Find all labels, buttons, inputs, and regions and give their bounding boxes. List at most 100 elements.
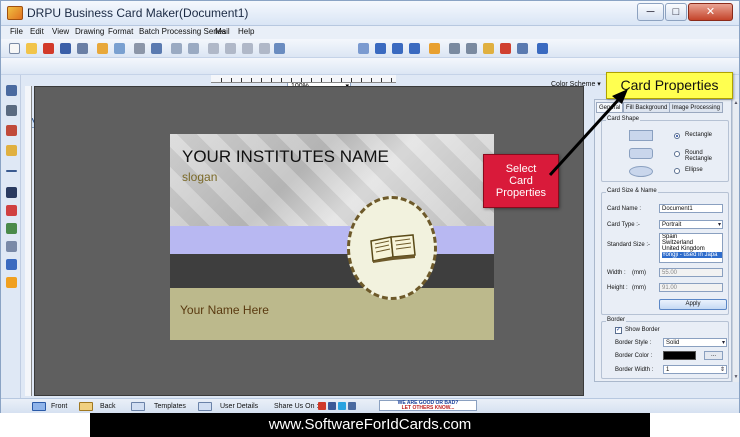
fill-tool-icon[interactable] [6,205,17,216]
feedback-line2: LET OTHERS KNOW... [401,405,455,411]
menu-format[interactable]: Format [108,27,133,36]
back-view-icon[interactable] [79,402,93,411]
menu-edit[interactable]: Edit [30,27,44,36]
height-field[interactable]: 91.00 [659,283,723,292]
facebook-icon[interactable] [328,402,336,410]
menu-help[interactable]: Help [238,27,254,36]
star-clip-tool-icon[interactable] [6,277,17,288]
rectangle-radio[interactable] [674,133,680,139]
print-icon[interactable] [134,43,145,54]
status-bar: Front Back Templates User Details Share … [1,398,739,413]
fit-page-icon[interactable] [375,43,386,54]
barcode-tool-icon[interactable] [6,187,17,198]
tab-fill-background[interactable]: Fill Background [623,102,671,113]
unlock-icon[interactable] [500,43,511,54]
copy-icon[interactable] [225,43,236,54]
actual-size-icon[interactable] [409,43,420,54]
border-style-select[interactable]: Solid ▾ [663,338,727,347]
user-details-icon[interactable] [198,402,212,411]
border-width-stepper[interactable]: 1 ⇕ [663,365,727,374]
signature-tool-icon[interactable] [6,241,17,252]
border-color-swatch[interactable] [663,351,696,360]
lock-icon[interactable] [483,43,494,54]
cut-icon[interactable] [208,43,219,54]
image-tool-icon[interactable] [6,145,17,156]
title-bar: DRPU Business Card Maker(Document1) ─ □ … [1,1,739,26]
templates-icon[interactable] [131,402,145,411]
undo-icon[interactable] [171,43,182,54]
card-size-name-label: Card Size & Name [606,188,658,194]
list-item-selected[interactable]: Yongji - used in Japa [662,252,722,258]
user-details-label[interactable]: User Details [220,401,258,412]
ellipse-radio[interactable] [674,168,680,174]
maximize-button[interactable]: □ [665,3,687,21]
card-name-field[interactable]: Document1 [659,204,723,213]
round-rectangle-radio[interactable] [674,151,680,157]
picture-tool-icon[interactable] [6,223,17,234]
document-tool-icon[interactable] [6,259,17,270]
open-icon[interactable] [26,43,37,54]
card-person-name[interactable]: Your Name Here [180,303,269,317]
zoom-in-icon[interactable] [358,43,369,54]
line-tool-icon[interactable] [6,170,17,172]
export-icon[interactable] [97,43,108,54]
save-icon[interactable] [60,43,71,54]
show-border-checkbox[interactable]: ✓ [615,327,622,334]
menu-batch-processing[interactable]: Batch Processing Series [139,27,226,36]
bring-front-icon[interactable] [449,43,460,54]
stepper-arrows-icon[interactable]: ⇕ [720,366,725,374]
close-doc-icon[interactable] [43,43,54,54]
back-view-label[interactable]: Back [100,401,116,412]
properties-icon[interactable] [114,43,125,54]
close-button[interactable]: ✕ [688,3,733,21]
card-type-select[interactable]: Portrait ▾ [659,220,723,229]
menu-file[interactable]: File [10,27,23,36]
new-icon[interactable] [9,43,20,54]
image-library-icon[interactable] [429,43,440,54]
color-scheme-icon[interactable] [537,43,548,54]
grid-icon[interactable] [392,43,403,54]
menu-drawing[interactable]: Drawing [75,27,104,36]
business-card[interactable]: YOUR INSTITUTES NAME slogan Your Name He… [170,134,494,340]
library-tool-icon[interactable] [6,125,17,136]
twitter-icon[interactable] [338,402,346,410]
book-emblem[interactable] [347,196,437,300]
templates-label[interactable]: Templates [154,401,186,412]
google-plus-icon[interactable] [318,402,326,410]
save-as-icon[interactable] [77,43,88,54]
scroll-up-icon[interactable]: ▲ [733,100,739,106]
redo-icon[interactable] [188,43,199,54]
card-institute-name[interactable]: YOUR INSTITUTES NAME [182,147,389,167]
card-slogan[interactable]: slogan [182,170,217,184]
panel-scrollbar[interactable]: ▲ ▼ [732,99,739,382]
menu-view[interactable]: View [52,27,69,36]
standard-size-label: Standard Size :- [607,242,651,248]
tab-general[interactable]: General [596,102,624,113]
front-view-icon[interactable] [32,402,46,411]
vertical-ruler [25,86,32,396]
scroll-down-icon[interactable]: ▼ [733,374,739,380]
feedback-banner[interactable]: WE ARE GOOD OR BAD? LET OTHERS KNOW... [379,400,477,411]
minimize-button[interactable]: ─ [637,3,664,21]
apply-button[interactable]: Apply [659,299,727,310]
card-properties-callout: Card Properties [606,72,733,99]
border-color-button[interactable]: ... [704,351,723,360]
height-unit: (mm) [632,285,646,291]
email-share-icon[interactable] [348,402,356,410]
select-card-properties-callout: Select Card Properties [483,154,559,208]
width-field[interactable]: 55.00 [659,268,723,277]
send-back-icon[interactable] [466,43,477,54]
menu-mail[interactable]: Mail [215,27,230,36]
card-type-value: Portrait [662,222,682,228]
zoom-icon[interactable] [274,43,285,54]
tab-image-processing[interactable]: Image Processing [669,102,724,113]
print-preview-icon[interactable] [151,43,162,54]
border-group: Border ✓ Show Border Border Style : Soli… [601,317,729,379]
pencil-tool-icon[interactable] [6,105,17,116]
text-tool-icon[interactable] [6,85,17,96]
delete-icon[interactable] [259,43,270,54]
front-view-label[interactable]: Front [51,401,67,412]
standard-size-list[interactable]: Spain Switzerland United Kingdom Yongji … [659,233,723,263]
mail-icon[interactable] [517,43,528,54]
paste-icon[interactable] [242,43,253,54]
